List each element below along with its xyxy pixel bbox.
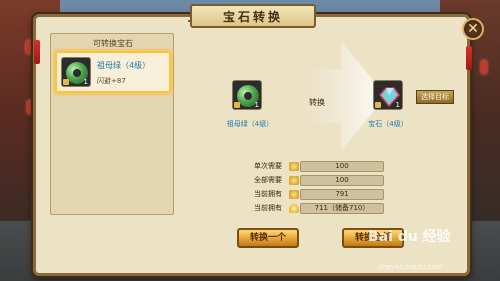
gem-stat: 闪避+87	[97, 77, 126, 85]
lantern-decoration	[481, 60, 487, 74]
source-gem-name: 祖母绿（4级）	[226, 120, 274, 128]
emerald-ring-icon[interactable]: 1	[232, 80, 262, 110]
cost-label: 全部需要	[254, 176, 282, 184]
target-gem-name: 宝石（4级）	[368, 120, 408, 128]
owned-label: 当前拥有	[254, 204, 282, 212]
owned-row-ingots: 当前拥有 711（储备710）	[254, 203, 384, 214]
gem-count: 1	[83, 78, 88, 86]
lock-icon	[234, 102, 240, 108]
gold-ingot-icon	[289, 204, 299, 213]
gold-coin-icon	[289, 176, 299, 185]
owned-value: 711（储备710）	[300, 203, 384, 214]
window-title: 宝石转换	[190, 4, 316, 28]
gem-list-item[interactable]: 1 祖母绿（4级） 闪避+87	[55, 51, 171, 93]
cost-value: 100	[300, 161, 384, 172]
convert-arrow-graphic	[286, 41, 386, 151]
convertible-gem-panel: 可转换宝石 1 祖母绿（4级） 闪避+87	[50, 33, 174, 215]
baidu-watermark: Bai du 经验	[368, 229, 451, 245]
convert-one-button[interactable]: 转换一个	[237, 228, 299, 248]
cost-row-all: 全部需要 100	[254, 175, 384, 186]
owned-row-coins: 当前拥有 791	[254, 189, 384, 200]
gem-placeholder-icon[interactable]: 1	[373, 80, 403, 110]
cost-row-single: 单次需要 100	[254, 161, 384, 172]
select-target-button[interactable]: 选择目标	[416, 90, 454, 104]
emerald-ring-icon: 1	[61, 57, 91, 87]
lock-icon	[375, 102, 381, 108]
gem-name: 祖母绿（4级）	[97, 61, 151, 70]
tassel-decoration	[34, 40, 40, 64]
lock-icon	[63, 79, 69, 85]
source-gem-count: 1	[254, 101, 259, 109]
convert-label: 转换	[309, 98, 325, 107]
lantern-decoration	[26, 40, 32, 54]
owned-label: 当前拥有	[254, 190, 282, 198]
gold-coin-icon	[289, 190, 299, 199]
gold-coin-icon	[289, 162, 299, 171]
owned-value: 791	[300, 189, 384, 200]
convertible-gem-header: 可转换宝石	[93, 39, 133, 48]
baidu-watermark-url: jingyan.baidu.com	[378, 263, 443, 271]
cost-label: 单次需要	[254, 162, 282, 170]
cost-value: 100	[300, 175, 384, 186]
target-gem-count: 1	[395, 101, 400, 109]
